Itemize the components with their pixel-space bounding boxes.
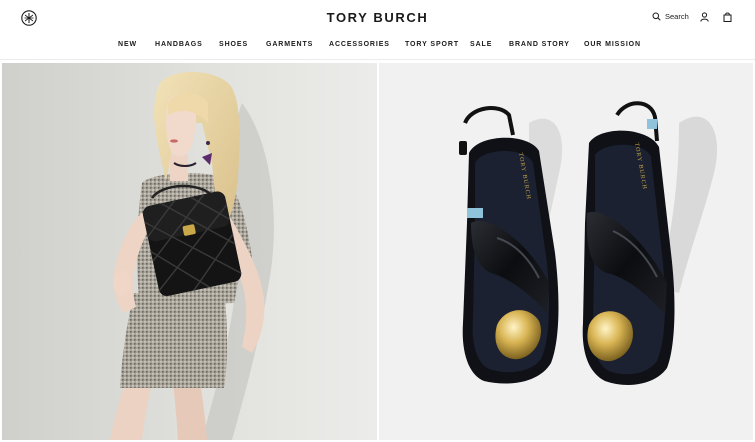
search-icon bbox=[652, 12, 661, 21]
shopping-bag-icon[interactable] bbox=[723, 12, 732, 22]
site-header: TORY BURCH Search bbox=[0, 0, 755, 36]
brand-logo[interactable]: TORY BURCH bbox=[327, 10, 429, 25]
nav-item-sale[interactable]: SALE bbox=[470, 41, 492, 48]
nav-item-shoes[interactable]: SHOES bbox=[219, 41, 248, 48]
nav-item-handbags[interactable]: HANDBAGS bbox=[155, 41, 203, 48]
nav-item-our-mission[interactable]: OUR MISSION bbox=[584, 41, 641, 48]
nav-item-garments[interactable]: GARMENTS bbox=[266, 41, 313, 48]
nav-item-new[interactable]: NEW bbox=[118, 41, 137, 48]
tory-burch-monogram-icon[interactable] bbox=[21, 10, 37, 26]
header-divider bbox=[0, 59, 755, 60]
hero-image-sandals[interactable]: TORY BURCH TORY BURCH bbox=[379, 63, 753, 440]
main-navigation: NEW HANDBAGS SHOES GARMENTS ACCESSORIES … bbox=[0, 41, 755, 53]
nav-item-accessories[interactable]: ACCESSORIES bbox=[329, 41, 390, 48]
nav-item-brand-story[interactable]: BRAND STORY bbox=[509, 41, 570, 48]
user-icon[interactable] bbox=[700, 12, 709, 22]
nav-item-tory-sport[interactable]: TORY SPORT bbox=[405, 41, 459, 48]
hero-image-model[interactable] bbox=[2, 63, 377, 440]
search-label: Search bbox=[665, 12, 689, 21]
search-button[interactable]: Search bbox=[652, 12, 689, 21]
